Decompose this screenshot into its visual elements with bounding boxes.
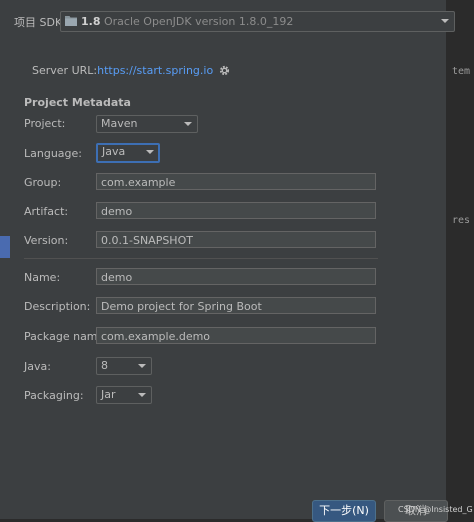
project-label: Project: [24, 117, 66, 130]
server-url-label: Server URL: [32, 64, 98, 77]
group-input[interactable]: com.example [96, 173, 376, 190]
editor-background [446, 0, 474, 519]
chevron-down-icon [441, 19, 449, 23]
artifact-input[interactable]: demo [96, 202, 376, 219]
project-type-value: Maven [101, 117, 138, 130]
chevron-down-icon [184, 122, 192, 126]
editor-text-line: tem [452, 66, 471, 77]
project-sdk-label: 项目 SDK: [14, 16, 66, 29]
project-metadata-heading: Project Metadata [24, 96, 131, 109]
server-url-link[interactable]: https://start.spring.io [97, 64, 213, 77]
language-dropdown[interactable]: Java [96, 143, 160, 163]
gear-icon[interactable] [219, 65, 230, 79]
name-input[interactable]: demo [96, 268, 376, 285]
sidebar-selected-item[interactable] [0, 236, 10, 258]
packaging-label: Packaging: [24, 389, 84, 402]
packaging-dropdown[interactable]: Jar [96, 386, 152, 404]
chevron-down-icon [138, 364, 146, 368]
server-url-row: Server URL:https://start.spring.io [32, 64, 230, 79]
sdk-version: 1.8 [81, 15, 101, 28]
java-version-dropdown[interactable]: 8 [96, 357, 152, 375]
watermark: CSDN @Insisted_G [398, 505, 473, 514]
chevron-down-icon [138, 393, 146, 397]
artifact-label: Artifact: [24, 205, 69, 218]
packaging-value: Jar [101, 388, 116, 401]
package-name-input[interactable]: com.example.demo [96, 327, 376, 344]
project-sdk-dropdown[interactable]: 1.8 Oracle OpenJDK version 1.8.0_192 [60, 11, 455, 32]
group-label: Group: [24, 176, 62, 189]
version-input[interactable]: 0.0.1-SNAPSHOT [96, 231, 376, 248]
chevron-down-icon [146, 150, 154, 154]
java-version-label: Java: [24, 360, 51, 373]
project-type-dropdown[interactable]: Maven [96, 115, 198, 133]
description-input[interactable]: Demo project for Spring Boot [96, 297, 376, 314]
folder-icon [65, 13, 77, 32]
java-version-value: 8 [101, 359, 108, 372]
sdk-description: Oracle OpenJDK version 1.8.0_192 [104, 15, 294, 28]
editor-text-line: res [452, 215, 471, 226]
language-label: Language: [24, 147, 82, 160]
left-sidebar [0, 0, 10, 519]
version-label: Version: [24, 234, 69, 247]
separator [24, 258, 378, 259]
language-value: Java [102, 145, 126, 158]
description-label: Description: [24, 300, 91, 313]
name-label: Name: [24, 271, 61, 284]
